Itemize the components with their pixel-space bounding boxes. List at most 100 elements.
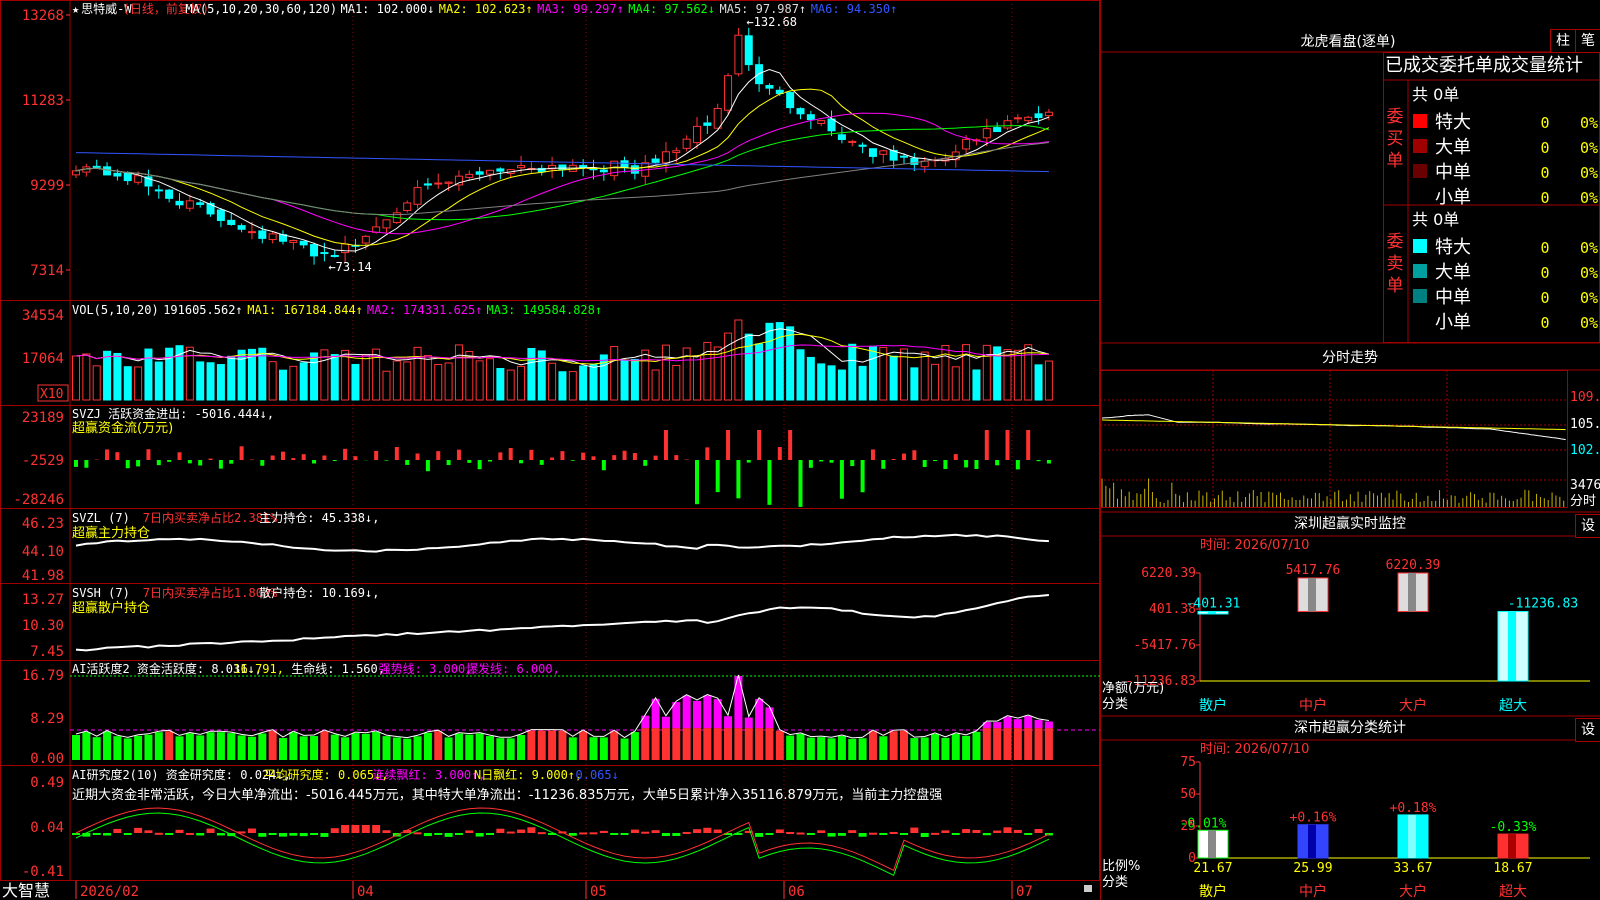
activity-bar [527, 730, 536, 760]
y-tick-label: 34554 [22, 308, 64, 324]
activity-bar [144, 734, 153, 760]
research-bar [796, 832, 805, 835]
x-tick-label: 05 [590, 884, 607, 900]
candle-body [444, 181, 453, 184]
flow-bar [736, 460, 741, 499]
activity-bar [403, 738, 412, 760]
high-price-note: ←132.68 [746, 15, 797, 29]
research-bar [123, 833, 132, 835]
monitor-category: 中户 [1299, 697, 1327, 714]
order-type: 小单 [1435, 187, 1471, 208]
flow-bar [260, 460, 265, 466]
monitor-bar-shade [1308, 577, 1316, 612]
volume-bar [868, 345, 877, 401]
research-bar [258, 833, 267, 837]
y-tick-label: -2529 [22, 453, 64, 469]
ai-active-v2: 16.791, [233, 662, 284, 676]
research-bar [993, 830, 1002, 833]
volume-bar [423, 355, 432, 401]
ma6-value: MA6: 94.350↑ [811, 2, 898, 16]
flow-bar [456, 449, 461, 460]
order-type: 中单 [1435, 287, 1471, 308]
activity-bar [423, 732, 432, 760]
activity-bar [610, 731, 619, 760]
flow-bar [529, 449, 534, 460]
activity-bar-top [693, 700, 701, 729]
svsh-ratio: 7日内买卖净占比1.802% [143, 585, 278, 600]
side-label-char: 单 [1387, 276, 1404, 296]
flow-bar [653, 455, 658, 460]
y-tick-label: -0.41 [22, 864, 64, 880]
candle-body [661, 151, 670, 164]
y-tick-label: 46.23 [22, 516, 64, 532]
flow-bar [570, 460, 575, 461]
activity-bar [796, 733, 805, 760]
volume-bar [154, 361, 163, 401]
volume-bar [434, 363, 443, 401]
research-bar [610, 833, 619, 835]
volume-bar [579, 365, 588, 401]
research-bar [641, 831, 650, 834]
research-bar [475, 833, 484, 837]
activity-bar [879, 736, 888, 760]
research-bar [423, 833, 432, 837]
candle-body [1034, 113, 1043, 119]
flow-bar [953, 454, 958, 460]
activity-bar [786, 735, 795, 760]
research-bar [661, 833, 670, 836]
activity-bar [682, 728, 691, 760]
y-tick-label: 0.00 [30, 751, 64, 767]
order-pct: 0% [1580, 164, 1598, 182]
activity-bar [724, 728, 733, 760]
volume-bar [796, 349, 805, 401]
ma5-value: MA5: 97.987↑ [720, 2, 807, 16]
side-label-char: 买 [1387, 129, 1404, 149]
order-count: 0 [1540, 264, 1549, 282]
candle-body [806, 114, 815, 121]
ai-research-last: 0.065↓ [576, 768, 619, 782]
star-icon: ★ [72, 2, 79, 16]
volume-bar [724, 332, 733, 401]
stroke-mode-button[interactable]: 笔 [1575, 29, 1600, 53]
flow-bar [167, 460, 172, 462]
activity-bar [589, 737, 598, 760]
classify-title: 深市超赢分类统计 [1294, 719, 1406, 736]
candle-body [599, 169, 608, 173]
monitor-bar-label: -401.31 [1186, 596, 1241, 611]
activity-bar [154, 732, 163, 760]
activity-bar [548, 730, 557, 760]
volume-bar [465, 351, 474, 401]
flow-bar [995, 460, 1000, 466]
classify-xlabel: 分类 [1102, 875, 1128, 890]
activity-bar [972, 731, 981, 760]
candle-body [434, 182, 443, 185]
flow-bar [291, 458, 296, 460]
research-bar [320, 833, 329, 837]
candle-body [382, 219, 391, 229]
x-tick-label: 2026/02 [80, 884, 139, 900]
research-bar [868, 832, 877, 835]
activity-bar [837, 735, 846, 760]
volume-bar [268, 361, 277, 401]
classify-delta: +0.16% [1290, 811, 1337, 826]
research-bar [848, 830, 857, 833]
flow-bar [405, 460, 410, 465]
flow-bar [1015, 460, 1020, 470]
activity-bar [237, 735, 246, 760]
volume-bar [931, 363, 940, 401]
activity-bar-top [703, 695, 712, 729]
research-bar [755, 833, 764, 837]
y-tick-label: 7.45 [30, 644, 64, 660]
activity-bar [910, 738, 919, 760]
classify-settings-button[interactable]: 设 [1575, 718, 1600, 742]
candle-body [879, 150, 888, 155]
y-tick-label: 10.30 [22, 618, 64, 634]
flow-bar [115, 452, 120, 460]
dragon-title: 龙虎看盘(逐单) [1301, 33, 1396, 50]
activity-bar [848, 738, 857, 760]
research-bar [465, 830, 474, 833]
research-bar [279, 833, 287, 837]
flow-bar [601, 460, 606, 471]
monitor-settings-button[interactable]: 设 [1575, 514, 1600, 538]
bar-mode-button[interactable]: 柱 [1550, 29, 1576, 53]
